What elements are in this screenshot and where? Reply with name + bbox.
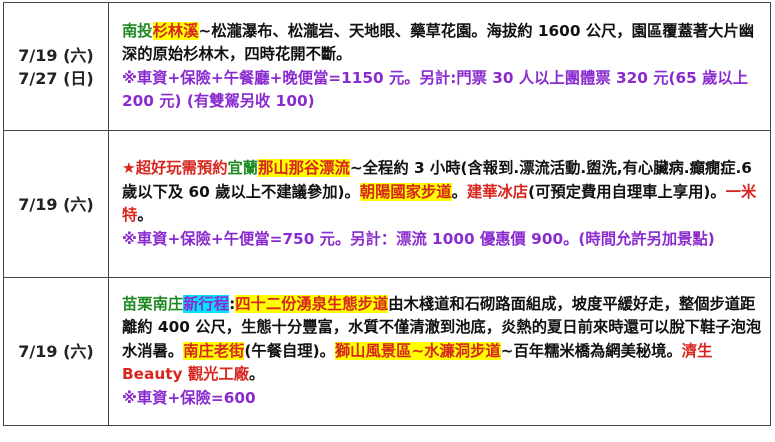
text-segment: 。 — [451, 182, 467, 201]
date-cell: 7/19 (六) — [3, 277, 109, 426]
text-segment: 建華冰店 — [466, 182, 529, 201]
text-segment: (午餐自理)。 — [244, 341, 335, 360]
text-segment: 杉林溪 — [152, 21, 199, 40]
text-segment: 宜蘭 — [227, 159, 259, 177]
date-cell: 7/19 (六) — [3, 130, 109, 278]
date-line: 7/19 (六) — [18, 45, 94, 65]
date-line: 7/19 (六) — [18, 342, 94, 361]
text-segment: 。 — [249, 365, 265, 384]
text-segment: 朝陽國家步道 — [359, 182, 452, 201]
text-segment: ※車資+保險+午餐廳+晚便當=1150 元。另計:門票 30 人以上團體票 32… — [122, 68, 749, 111]
text-segment: 四十二份湧泉生態步道 — [235, 294, 389, 313]
text-segment: 新行程 — [183, 294, 230, 313]
description-cell: ★超好玩需預約宜蘭那山那谷漂流~全程約 3 小時(含報到.漂流活動.盥洗,有心臟… — [108, 130, 771, 278]
description-cell: 南投杉林溪~松瀧瀑布、松瀧岩、天地眼、藥草花園。海拔約 1600 公尺，園區覆蓋… — [108, 2, 771, 131]
text-segment: 獅山風景區~水濂洞步道 — [334, 341, 501, 360]
table-row: 7/19 (六) 苗栗南庄新行程:四十二份湧泉生態步道由木棧道和石砌路面組成，坡… — [3, 277, 771, 426]
text-segment: ※車資+保險=600 — [122, 388, 256, 407]
text-segment: ※車資+保險+午便當=750 元。另計：漂流 1000 優惠價 900。(時間允… — [122, 229, 715, 248]
text-segment: 南庄老街 — [183, 341, 245, 360]
text-segment: ~百年糯米橋為網美秘境。 — [500, 341, 682, 360]
description-cell: 苗栗南庄新行程:四十二份湧泉生態步道由木棧道和石砌路面組成，坡度平緩好走，整個步… — [108, 277, 771, 426]
date-cell: 7/19 (六) 7/27 (日) — [3, 2, 109, 131]
date-line: 7/19 (六) — [18, 194, 94, 214]
table-row: 7/19 (六) 7/27 (日) 南投杉林溪~松瀧瀑布、松瀧岩、天地眼、藥草花… — [3, 2, 771, 131]
date-line: 7/27 (日) — [18, 68, 94, 88]
text-segment: 苗栗南庄 — [122, 294, 184, 313]
schedule-table: 7/19 (六) 7/27 (日) 南投杉林溪~松瀧瀑布、松瀧岩、天地眼、藥草花… — [3, 2, 771, 426]
text-segment: 。 — [137, 206, 153, 224]
text-segment: (可預定費用自理車上享用)。 — [528, 182, 726, 201]
text-segment: 南投 — [122, 21, 153, 40]
table-row: 7/19 (六) ★超好玩需預約宜蘭那山那谷漂流~全程約 3 小時(含報到.漂流… — [3, 130, 771, 278]
text-segment: ~松瀧瀑布、松瀧岩、天地眼、藥草花園。海拔約 1600 公尺，園區覆蓋著大片幽深… — [122, 21, 755, 64]
text-segment: 那山那谷漂流 — [258, 159, 350, 177]
text-segment: ★超好玩需預約 — [122, 159, 228, 177]
